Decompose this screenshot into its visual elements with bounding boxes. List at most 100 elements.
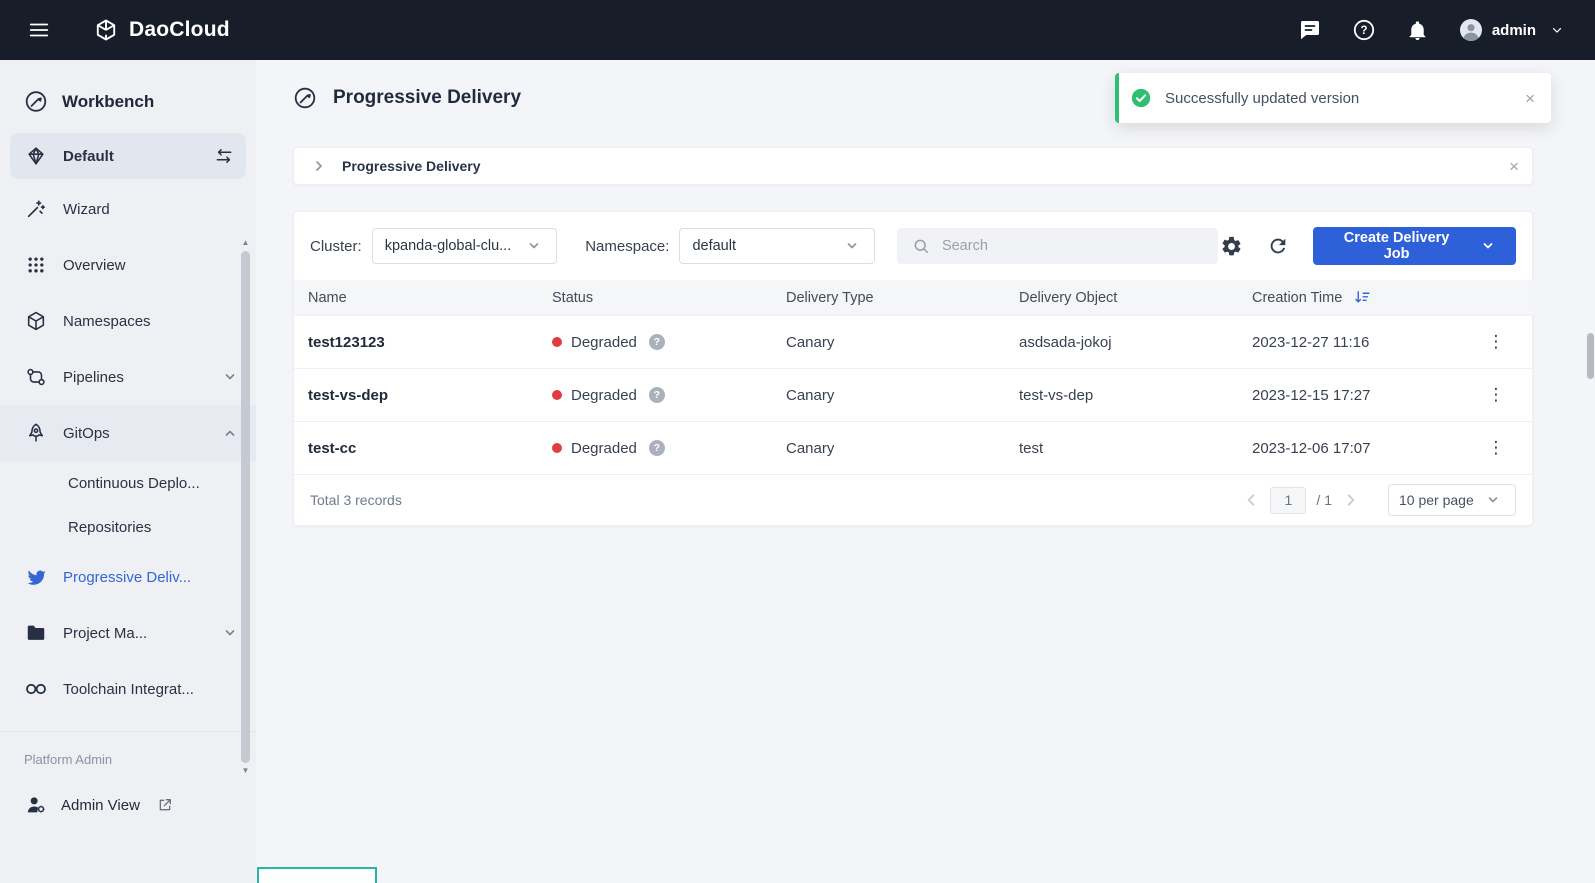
- breadcrumb: Progressive Delivery ×: [293, 147, 1533, 185]
- filter-toolbar: Cluster: kpanda-global-clu... Namespace:…: [294, 212, 1532, 280]
- user-menu[interactable]: admin: [1459, 13, 1569, 47]
- job-name[interactable]: test-cc: [294, 422, 538, 475]
- sidebar-item-toolchain-integration[interactable]: Toolchain Integrat...: [0, 661, 256, 717]
- status-help-icon[interactable]: ?: [649, 440, 665, 456]
- chevron-down-icon: [1476, 240, 1500, 252]
- sidebar-item-pipelines[interactable]: Pipelines: [0, 349, 256, 405]
- main-content: Progressive Delivery Progressive Deliver…: [256, 60, 1595, 883]
- chevron-right-icon: [307, 160, 331, 172]
- admin-user-icon: [24, 794, 48, 816]
- admin-view-label: Admin View: [61, 797, 140, 814]
- creation-time-label: Creation Time: [1252, 290, 1342, 306]
- delivery-type: Canary: [772, 316, 1005, 369]
- namespace-select[interactable]: default: [679, 228, 875, 264]
- scroll-down-icon[interactable]: ▼: [242, 766, 250, 776]
- progressive-delivery-icon: [293, 82, 317, 114]
- status-dot-degraded: [552, 443, 562, 453]
- sidebar-header-workbench[interactable]: Workbench: [0, 60, 256, 129]
- column-header-delivery-object: Delivery Object: [1005, 280, 1238, 316]
- brand-logo[interactable]: DaoCloud: [94, 15, 230, 45]
- status-dot-degraded: [552, 390, 562, 400]
- job-name[interactable]: test123123: [294, 316, 538, 369]
- search-icon: [909, 237, 933, 255]
- chevron-down-icon: [840, 240, 864, 252]
- status-label: Degraded: [571, 387, 637, 404]
- breadcrumb-close-icon[interactable]: ×: [1509, 158, 1519, 175]
- sidebar-item-gitops[interactable]: GitOps: [0, 405, 256, 461]
- delivery-object: test: [1005, 422, 1238, 475]
- row-actions-kebab-icon[interactable]: ⋮: [1488, 386, 1505, 403]
- page-scrollbar[interactable]: [1587, 60, 1595, 883]
- topbar-actions: ? admin: [1298, 13, 1569, 47]
- chevron-down-icon: [224, 371, 236, 383]
- next-page-icon[interactable]: [1342, 491, 1360, 509]
- job-name[interactable]: test-vs-dep: [294, 369, 538, 422]
- sidebar-item-label: Toolchain Integrat...: [63, 681, 194, 698]
- delivery-jobs-card: Cluster: kpanda-global-clu... Namespace:…: [293, 211, 1533, 526]
- table-tools: [1218, 233, 1291, 260]
- grid-icon: [24, 255, 48, 275]
- settings-icon[interactable]: [1218, 233, 1245, 260]
- svg-text:?: ?: [1360, 25, 1367, 37]
- scroll-up-icon[interactable]: ▲: [242, 238, 250, 248]
- creation-time: 2023-12-15 17:27: [1238, 369, 1458, 422]
- page-number-input[interactable]: [1270, 487, 1306, 514]
- pagination: / 1 10 per page: [1242, 484, 1516, 516]
- table-row: test123123 Degraded ? Canary asdsada-jok…: [294, 316, 1534, 369]
- bird-icon: [24, 567, 48, 587]
- sidebar-item-admin-view[interactable]: Admin View: [0, 777, 256, 833]
- sidebar-item-label: Overview: [63, 257, 126, 274]
- table-header-row: Name Status Delivery Type Delivery Objec…: [294, 280, 1534, 316]
- chevron-down-icon: [224, 627, 236, 639]
- sidebar-item-project-management[interactable]: Project Ma...: [0, 605, 256, 661]
- namespace-label: Namespace:: [585, 238, 669, 255]
- messages-icon[interactable]: [1298, 18, 1322, 42]
- sidebar-item-overview[interactable]: Overview: [0, 237, 256, 293]
- sidebar-item-default[interactable]: Default: [10, 133, 246, 179]
- column-header-name: Name: [294, 280, 538, 316]
- status-help-icon[interactable]: ?: [649, 387, 665, 403]
- sidebar-item-label: Wizard: [63, 201, 110, 218]
- sidebar-item-namespaces[interactable]: Namespaces: [0, 293, 256, 349]
- per-page-select[interactable]: 10 per page: [1388, 484, 1516, 516]
- sidebar-item-progressive-delivery[interactable]: Progressive Deliv...: [0, 549, 256, 605]
- row-actions-kebab-icon[interactable]: ⋮: [1488, 333, 1505, 350]
- sidebar-scrollbar-thumb[interactable]: [241, 251, 250, 763]
- create-delivery-job-button[interactable]: Create Delivery Job: [1313, 227, 1516, 265]
- previous-page-icon[interactable]: [1242, 491, 1260, 509]
- breadcrumb-item[interactable]: Progressive Delivery: [342, 158, 481, 174]
- table-row: test-vs-dep Degraded ? Canary test-vs-de…: [294, 369, 1534, 422]
- cluster-select[interactable]: kpanda-global-clu...: [372, 228, 558, 264]
- sidebar-item-label: Progressive Deliv...: [63, 569, 191, 586]
- delivery-jobs-table: Name Status Delivery Type Delivery Objec…: [294, 280, 1534, 474]
- rocket-icon: [24, 422, 48, 444]
- sidebar-item-repositories[interactable]: Repositories: [0, 505, 256, 549]
- brand-name: DaoCloud: [129, 18, 230, 42]
- infinity-icon: [24, 677, 48, 701]
- page-scrollbar-thumb[interactable]: [1587, 333, 1594, 379]
- diamond-icon: [24, 145, 48, 167]
- table-footer: Total 3 records / 1 10 per page: [294, 474, 1532, 525]
- sidebar-scrollbar[interactable]: ▲ ▼: [239, 238, 252, 776]
- search-input[interactable]: [942, 238, 1206, 254]
- column-header-status: Status: [538, 280, 772, 316]
- help-icon[interactable]: ?: [1352, 18, 1376, 42]
- status-dot-degraded: [552, 337, 562, 347]
- refresh-icon[interactable]: [1265, 233, 1291, 259]
- status-help-icon[interactable]: ?: [649, 334, 665, 350]
- menu-icon[interactable]: [24, 15, 54, 45]
- sidebar-item-wizard[interactable]: Wizard: [0, 181, 256, 237]
- cluster-select-value: kpanda-global-clu...: [385, 238, 512, 254]
- sort-descending-icon[interactable]: [1350, 289, 1374, 306]
- toast-message: Successfully updated version: [1165, 90, 1359, 107]
- toast-close-icon[interactable]: ×: [1525, 90, 1535, 107]
- column-header-creation-time: Creation Time: [1238, 280, 1458, 316]
- sidebar-item-continuous-deployment[interactable]: Continuous Deplo...: [0, 461, 256, 505]
- external-link-icon: [153, 797, 177, 813]
- row-actions-kebab-icon[interactable]: ⋮: [1488, 439, 1505, 456]
- delivery-object: test-vs-dep: [1005, 369, 1238, 422]
- notifications-icon[interactable]: [1406, 19, 1429, 42]
- swap-icon[interactable]: [214, 146, 234, 166]
- chevron-up-icon: [224, 427, 236, 439]
- wand-icon: [24, 198, 48, 220]
